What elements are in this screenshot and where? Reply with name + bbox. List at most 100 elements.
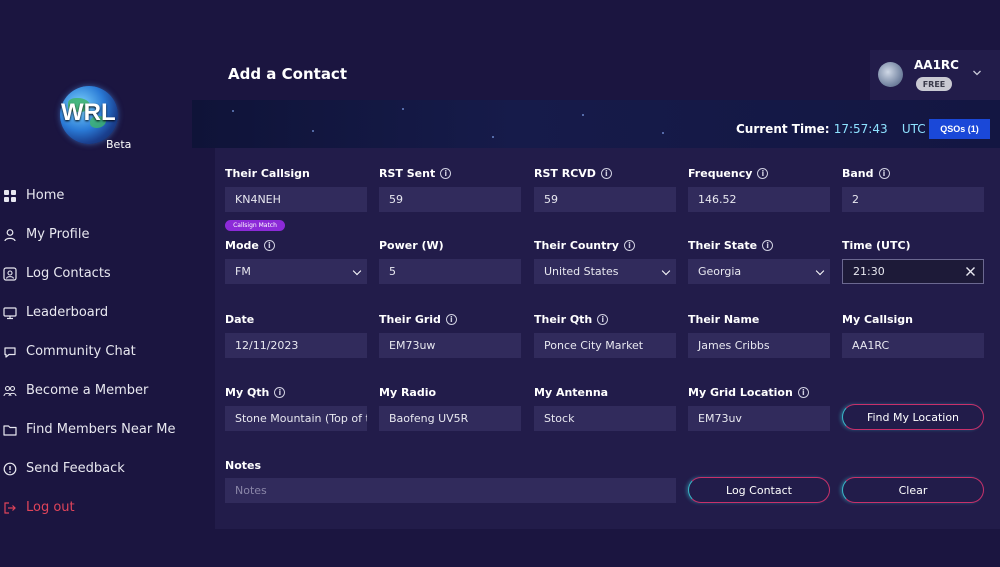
sidebar-item-label: Send Feedback	[26, 461, 125, 476]
field-label: Mode i	[225, 239, 275, 252]
sidebar-item-label: Leaderboard	[26, 305, 109, 320]
star-decoration	[492, 136, 494, 138]
info-icon[interactable]: i	[878, 168, 890, 179]
notes-input[interactable]: Notes	[225, 478, 676, 503]
star-decoration	[582, 114, 584, 116]
field-label: Their Name	[688, 313, 760, 326]
my-qth-input[interactable]: Stone Mountain (Top of th	[225, 406, 367, 431]
field-label: Their Grid i	[379, 313, 457, 326]
info-icon[interactable]: i	[445, 314, 457, 325]
grid-icon	[2, 188, 18, 204]
info-icon[interactable]: i	[440, 168, 452, 179]
field-label: Power (W)	[379, 239, 444, 252]
band-input[interactable]: 2	[842, 187, 984, 212]
log-contact-button[interactable]: Log Contact	[688, 477, 830, 503]
field-label: My Callsign	[842, 313, 914, 326]
clear-button[interactable]: Clear	[842, 477, 984, 503]
header: Add a Contact AA1RC FREE	[192, 0, 1000, 100]
current-time-value: 17:57:43	[833, 122, 888, 136]
user-icon	[2, 227, 18, 243]
sidebar-nav: Home My Profile Log Contacts Leaderboard…	[0, 176, 192, 527]
date-input[interactable]: 12/11/2023	[225, 333, 367, 358]
field-label: Date	[225, 313, 255, 326]
time-utc-value: 21:30	[853, 265, 885, 278]
field-label: Their Country i	[534, 239, 635, 252]
folder-icon	[2, 422, 18, 438]
notes-label: Notes	[225, 459, 262, 472]
my-radio-input[interactable]: Baofeng UV5R	[379, 406, 521, 431]
sidebar-item-become-a-member[interactable]: Become a Member	[0, 371, 192, 410]
logo-text: WRL	[61, 99, 116, 126]
field-label: Their Qth i	[534, 313, 609, 326]
info-icon[interactable]: i	[623, 240, 635, 251]
field-label: Band i	[842, 167, 890, 180]
sidebar-item-label: Log Contacts	[26, 266, 111, 281]
user-name: AA1RC	[914, 58, 959, 72]
plan-badge: FREE	[916, 77, 952, 91]
chevron-down-icon[interactable]	[972, 68, 982, 78]
sidebar-item-label: My Profile	[26, 227, 90, 242]
sidebar: WRL Beta Home My Profile Log Contacts Le…	[0, 0, 192, 567]
brand-logo[interactable]: WRL Beta	[60, 86, 140, 156]
star-decoration	[402, 108, 404, 110]
power-input[interactable]: 5	[379, 259, 521, 284]
current-time: Current Time: 17:57:43 UTC	[736, 122, 926, 136]
field-label: Time (UTC)	[842, 239, 911, 252]
their-callsign-input[interactable]: KN4NEH	[225, 187, 367, 212]
field-label: Their State i	[688, 239, 774, 252]
time-utc-input[interactable]: 21:30	[842, 259, 984, 284]
field-label: My Qth i	[225, 386, 286, 399]
close-icon[interactable]	[965, 266, 976, 277]
sidebar-item-label: Become a Member	[26, 383, 149, 398]
sidebar-item-send-feedback[interactable]: Send Feedback	[0, 449, 192, 488]
beta-label: Beta	[106, 138, 132, 151]
field-label: RST RCVD i	[534, 167, 612, 180]
info-icon[interactable]: i	[600, 168, 612, 179]
info-icon[interactable]: i	[797, 387, 809, 398]
their-state-select[interactable]: Georgia	[688, 259, 830, 284]
sidebar-item-find-members-near-me[interactable]: Find Members Near Me	[0, 410, 192, 449]
their-name-input[interactable]: James Cribbs	[688, 333, 830, 358]
info-icon[interactable]: i	[274, 387, 286, 398]
their-grid-input[interactable]: EM73uw	[379, 333, 521, 358]
chat-icon	[2, 344, 18, 360]
my-callsign-input[interactable]: AA1RC	[842, 333, 984, 358]
sidebar-item-leaderboard[interactable]: Leaderboard	[0, 293, 192, 332]
sidebar-item-label: Home	[26, 188, 65, 203]
sidebar-item-log-contacts[interactable]: Log Contacts	[0, 254, 192, 293]
info-icon[interactable]: i	[757, 168, 769, 179]
rst-sent-input[interactable]: 59	[379, 187, 521, 212]
frequency-input[interactable]: 146.52	[688, 187, 830, 212]
sidebar-item-label: Log out	[26, 500, 75, 515]
rst-rcvd-input[interactable]: 59	[534, 187, 676, 212]
star-decoration	[232, 110, 234, 112]
my-grid-input[interactable]: EM73uv	[688, 406, 830, 431]
info-icon[interactable]: i	[597, 314, 609, 325]
sidebar-item-log-out[interactable]: Log out	[0, 488, 192, 527]
find-my-location-button[interactable]: Find My Location	[842, 404, 984, 430]
sidebar-item-my-profile[interactable]: My Profile	[0, 215, 192, 254]
qsos-button[interactable]: QSOs (1)	[929, 119, 990, 139]
current-time-label: Current Time:	[736, 122, 830, 136]
field-label: My Antenna	[534, 386, 609, 399]
callsign-match-badge: Callsign Match	[225, 220, 285, 231]
info-icon[interactable]: i	[762, 240, 774, 251]
mode-select[interactable]: FM	[225, 259, 367, 284]
info-icon[interactable]: i	[263, 240, 275, 251]
time-banner: Current Time: 17:57:43 UTC QSOs (1)	[192, 100, 1000, 148]
logout-icon	[2, 500, 18, 516]
sidebar-item-home[interactable]: Home	[0, 176, 192, 215]
my-antenna-input[interactable]: Stock	[534, 406, 676, 431]
group-icon	[2, 383, 18, 399]
timezone-label: UTC	[901, 122, 926, 136]
user-menu[interactable]: AA1RC FREE	[870, 50, 1000, 100]
sidebar-item-community-chat[interactable]: Community Chat	[0, 332, 192, 371]
their-qth-input[interactable]: Ponce City Market	[534, 333, 676, 358]
their-country-select[interactable]: United States	[534, 259, 676, 284]
field-label: Frequency i	[688, 167, 769, 180]
sidebar-item-label: Find Members Near Me	[26, 422, 176, 437]
field-label: Their Callsign	[225, 167, 310, 180]
contact-form: Their Callsign KN4NEH Callsign Match RST…	[215, 148, 1000, 529]
sidebar-item-label: Community Chat	[26, 344, 136, 359]
avatar[interactable]	[878, 62, 903, 87]
